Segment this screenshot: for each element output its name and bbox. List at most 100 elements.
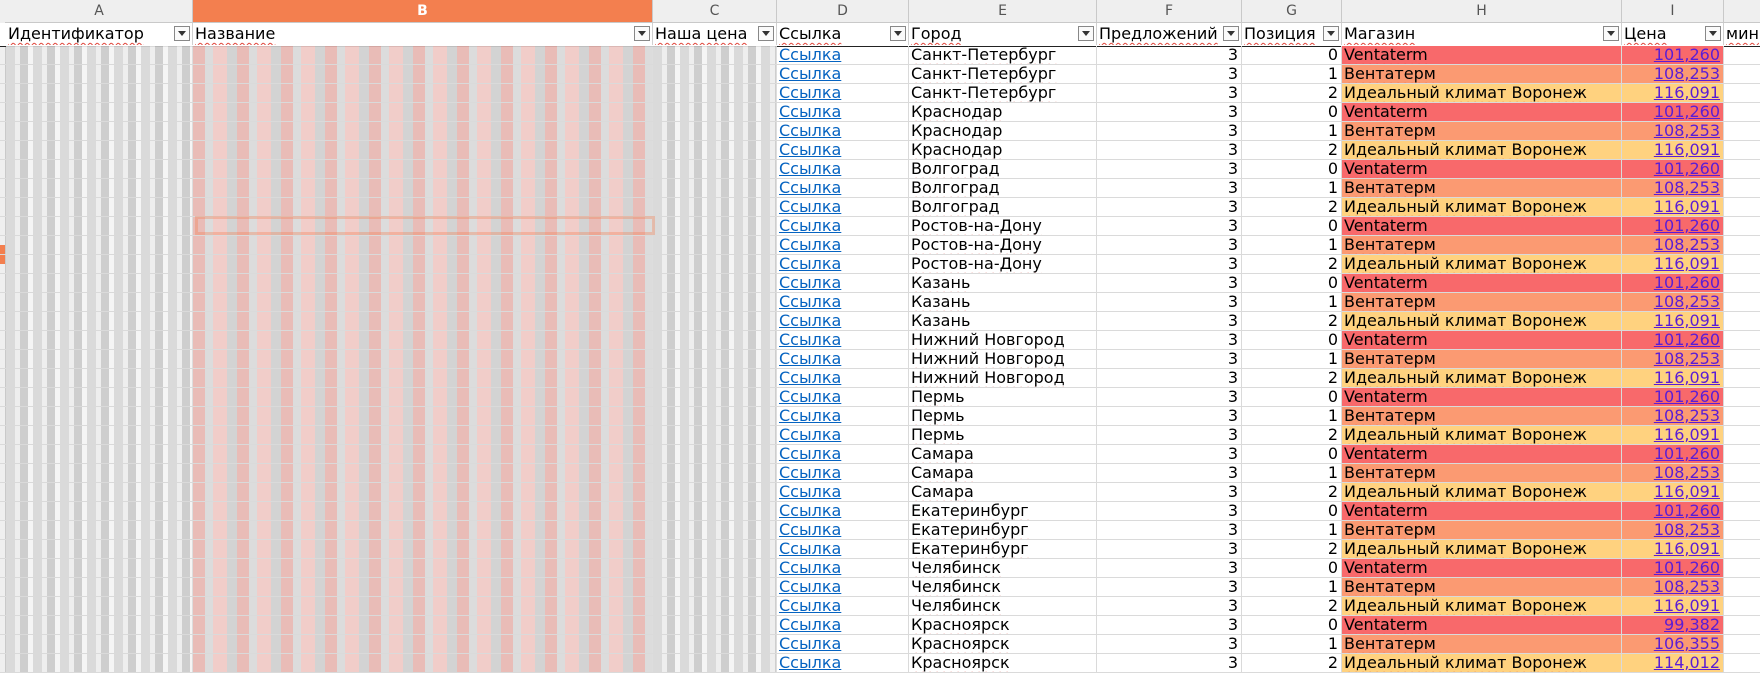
cell-city[interactable]: Краснодар	[909, 122, 1097, 140]
cell-city[interactable]: Красноярск	[909, 616, 1097, 634]
cell-city[interactable]: Ростов-на-Дону	[909, 236, 1097, 254]
header-shop[interactable]: Магазин	[1342, 23, 1622, 45]
cell-link[interactable]: Ссылка	[777, 179, 909, 197]
cell-city[interactable]: Ростов-на-Дону	[909, 217, 1097, 235]
cell-price[interactable]: 116,091	[1622, 84, 1724, 102]
cell-name-redacted[interactable]	[193, 274, 653, 292]
cell-price[interactable]: 108,253	[1622, 236, 1724, 254]
cell-id-redacted[interactable]	[6, 103, 193, 121]
cell-position[interactable]: 2	[1242, 426, 1342, 444]
cell-shop[interactable]: Идеальный климат Воронеж	[1342, 483, 1622, 501]
cell-shop[interactable]: Вентатерм	[1342, 521, 1622, 539]
cell-id-redacted[interactable]	[6, 369, 193, 387]
cell-price[interactable]: 101,260	[1622, 445, 1724, 463]
cell-name-redacted[interactable]	[193, 616, 653, 634]
cell-link[interactable]: Ссылка	[777, 445, 909, 463]
cell-shop[interactable]: Ventaterm	[1342, 217, 1622, 235]
cell-city[interactable]: Екатеринбург	[909, 540, 1097, 558]
cell-id-redacted[interactable]	[6, 179, 193, 197]
cell-our-price-redacted[interactable]	[653, 122, 777, 140]
cell-min[interactable]	[1724, 236, 1760, 254]
cell-shop[interactable]: Идеальный климат Воронеж	[1342, 654, 1622, 672]
cell-position[interactable]: 0	[1242, 388, 1342, 406]
cell-min[interactable]	[1724, 103, 1760, 121]
cell-name-redacted[interactable]	[193, 654, 653, 672]
cell-name-redacted[interactable]	[193, 331, 653, 349]
cell-offers[interactable]: 3	[1097, 46, 1242, 64]
cell-id-redacted[interactable]	[6, 426, 193, 444]
cell-city[interactable]: Пермь	[909, 388, 1097, 406]
cell-offers[interactable]: 3	[1097, 521, 1242, 539]
cell-position[interactable]: 1	[1242, 122, 1342, 140]
cell-offers[interactable]: 3	[1097, 426, 1242, 444]
filter-dropdown-city-icon[interactable]	[1078, 26, 1094, 41]
cell-link[interactable]: Ссылка	[777, 616, 909, 634]
cell-offers[interactable]: 3	[1097, 179, 1242, 197]
cell-link[interactable]: Ссылка	[777, 578, 909, 596]
header-city[interactable]: Город	[909, 23, 1097, 45]
cell-offers[interactable]: 3	[1097, 578, 1242, 596]
cell-offers[interactable]: 3	[1097, 331, 1242, 349]
cell-city[interactable]: Волгоград	[909, 198, 1097, 216]
cell-min[interactable]	[1724, 597, 1760, 615]
cell-shop[interactable]: Ventaterm	[1342, 616, 1622, 634]
cell-price[interactable]: 101,260	[1622, 388, 1724, 406]
cell-our-price-redacted[interactable]	[653, 654, 777, 672]
cell-link[interactable]: Ссылка	[777, 198, 909, 216]
cell-our-price-redacted[interactable]	[653, 635, 777, 653]
cell-offers[interactable]: 3	[1097, 559, 1242, 577]
cell-shop[interactable]: Вентатерм	[1342, 350, 1622, 368]
cell-price[interactable]: 101,260	[1622, 274, 1724, 292]
column-letter-h[interactable]: H	[1342, 0, 1622, 22]
cell-id-redacted[interactable]	[6, 141, 193, 159]
cell-link[interactable]: Ссылка	[777, 236, 909, 254]
column-letter-d[interactable]: D	[777, 0, 909, 22]
cell-min[interactable]	[1724, 122, 1760, 140]
cell-name-redacted[interactable]	[193, 141, 653, 159]
cell-id-redacted[interactable]	[6, 84, 193, 102]
cell-name-redacted[interactable]	[193, 483, 653, 501]
cell-offers[interactable]: 3	[1097, 84, 1242, 102]
cell-offers[interactable]: 3	[1097, 274, 1242, 292]
cell-our-price-redacted[interactable]	[653, 407, 777, 425]
cell-our-price-redacted[interactable]	[653, 616, 777, 634]
cell-position[interactable]: 1	[1242, 464, 1342, 482]
filter-dropdown-price-icon[interactable]	[1705, 26, 1721, 41]
cell-price[interactable]: 116,091	[1622, 255, 1724, 273]
column-letter-b[interactable]: B	[193, 0, 653, 22]
cell-name-redacted[interactable]	[193, 635, 653, 653]
cell-our-price-redacted[interactable]	[653, 388, 777, 406]
cell-link[interactable]: Ссылка	[777, 84, 909, 102]
cell-position[interactable]: 0	[1242, 160, 1342, 178]
filter-dropdown-id-icon[interactable]	[174, 26, 190, 41]
cell-shop[interactable]: Ventaterm	[1342, 331, 1622, 349]
cell-id-redacted[interactable]	[6, 502, 193, 520]
cell-position[interactable]: 2	[1242, 141, 1342, 159]
cell-position[interactable]: 0	[1242, 502, 1342, 520]
cell-offers[interactable]: 3	[1097, 198, 1242, 216]
cell-id-redacted[interactable]	[6, 65, 193, 83]
cell-id-redacted[interactable]	[6, 160, 193, 178]
cell-shop[interactable]: Вентатерм	[1342, 578, 1622, 596]
cell-shop[interactable]: Вентатерм	[1342, 65, 1622, 83]
column-letter-f[interactable]: F	[1097, 0, 1242, 22]
cell-name-redacted[interactable]	[193, 46, 653, 64]
cell-link[interactable]: Ссылка	[777, 255, 909, 273]
cell-name-redacted[interactable]	[193, 293, 653, 311]
cell-name-redacted[interactable]	[193, 426, 653, 444]
cell-our-price-redacted[interactable]	[653, 521, 777, 539]
cell-position[interactable]: 1	[1242, 236, 1342, 254]
cell-price[interactable]: 101,260	[1622, 217, 1724, 235]
cell-price[interactable]: 101,260	[1622, 331, 1724, 349]
cell-min[interactable]	[1724, 540, 1760, 558]
cell-shop[interactable]: Идеальный климат Воронеж	[1342, 426, 1622, 444]
cell-position[interactable]: 0	[1242, 616, 1342, 634]
cell-id-redacted[interactable]	[6, 483, 193, 501]
cell-min[interactable]	[1724, 65, 1760, 83]
cell-min[interactable]	[1724, 217, 1760, 235]
cell-city[interactable]: Казань	[909, 274, 1097, 292]
cell-name-redacted[interactable]	[193, 160, 653, 178]
cell-position[interactable]: 1	[1242, 521, 1342, 539]
cell-city[interactable]: Красноярск	[909, 635, 1097, 653]
cell-position[interactable]: 0	[1242, 559, 1342, 577]
